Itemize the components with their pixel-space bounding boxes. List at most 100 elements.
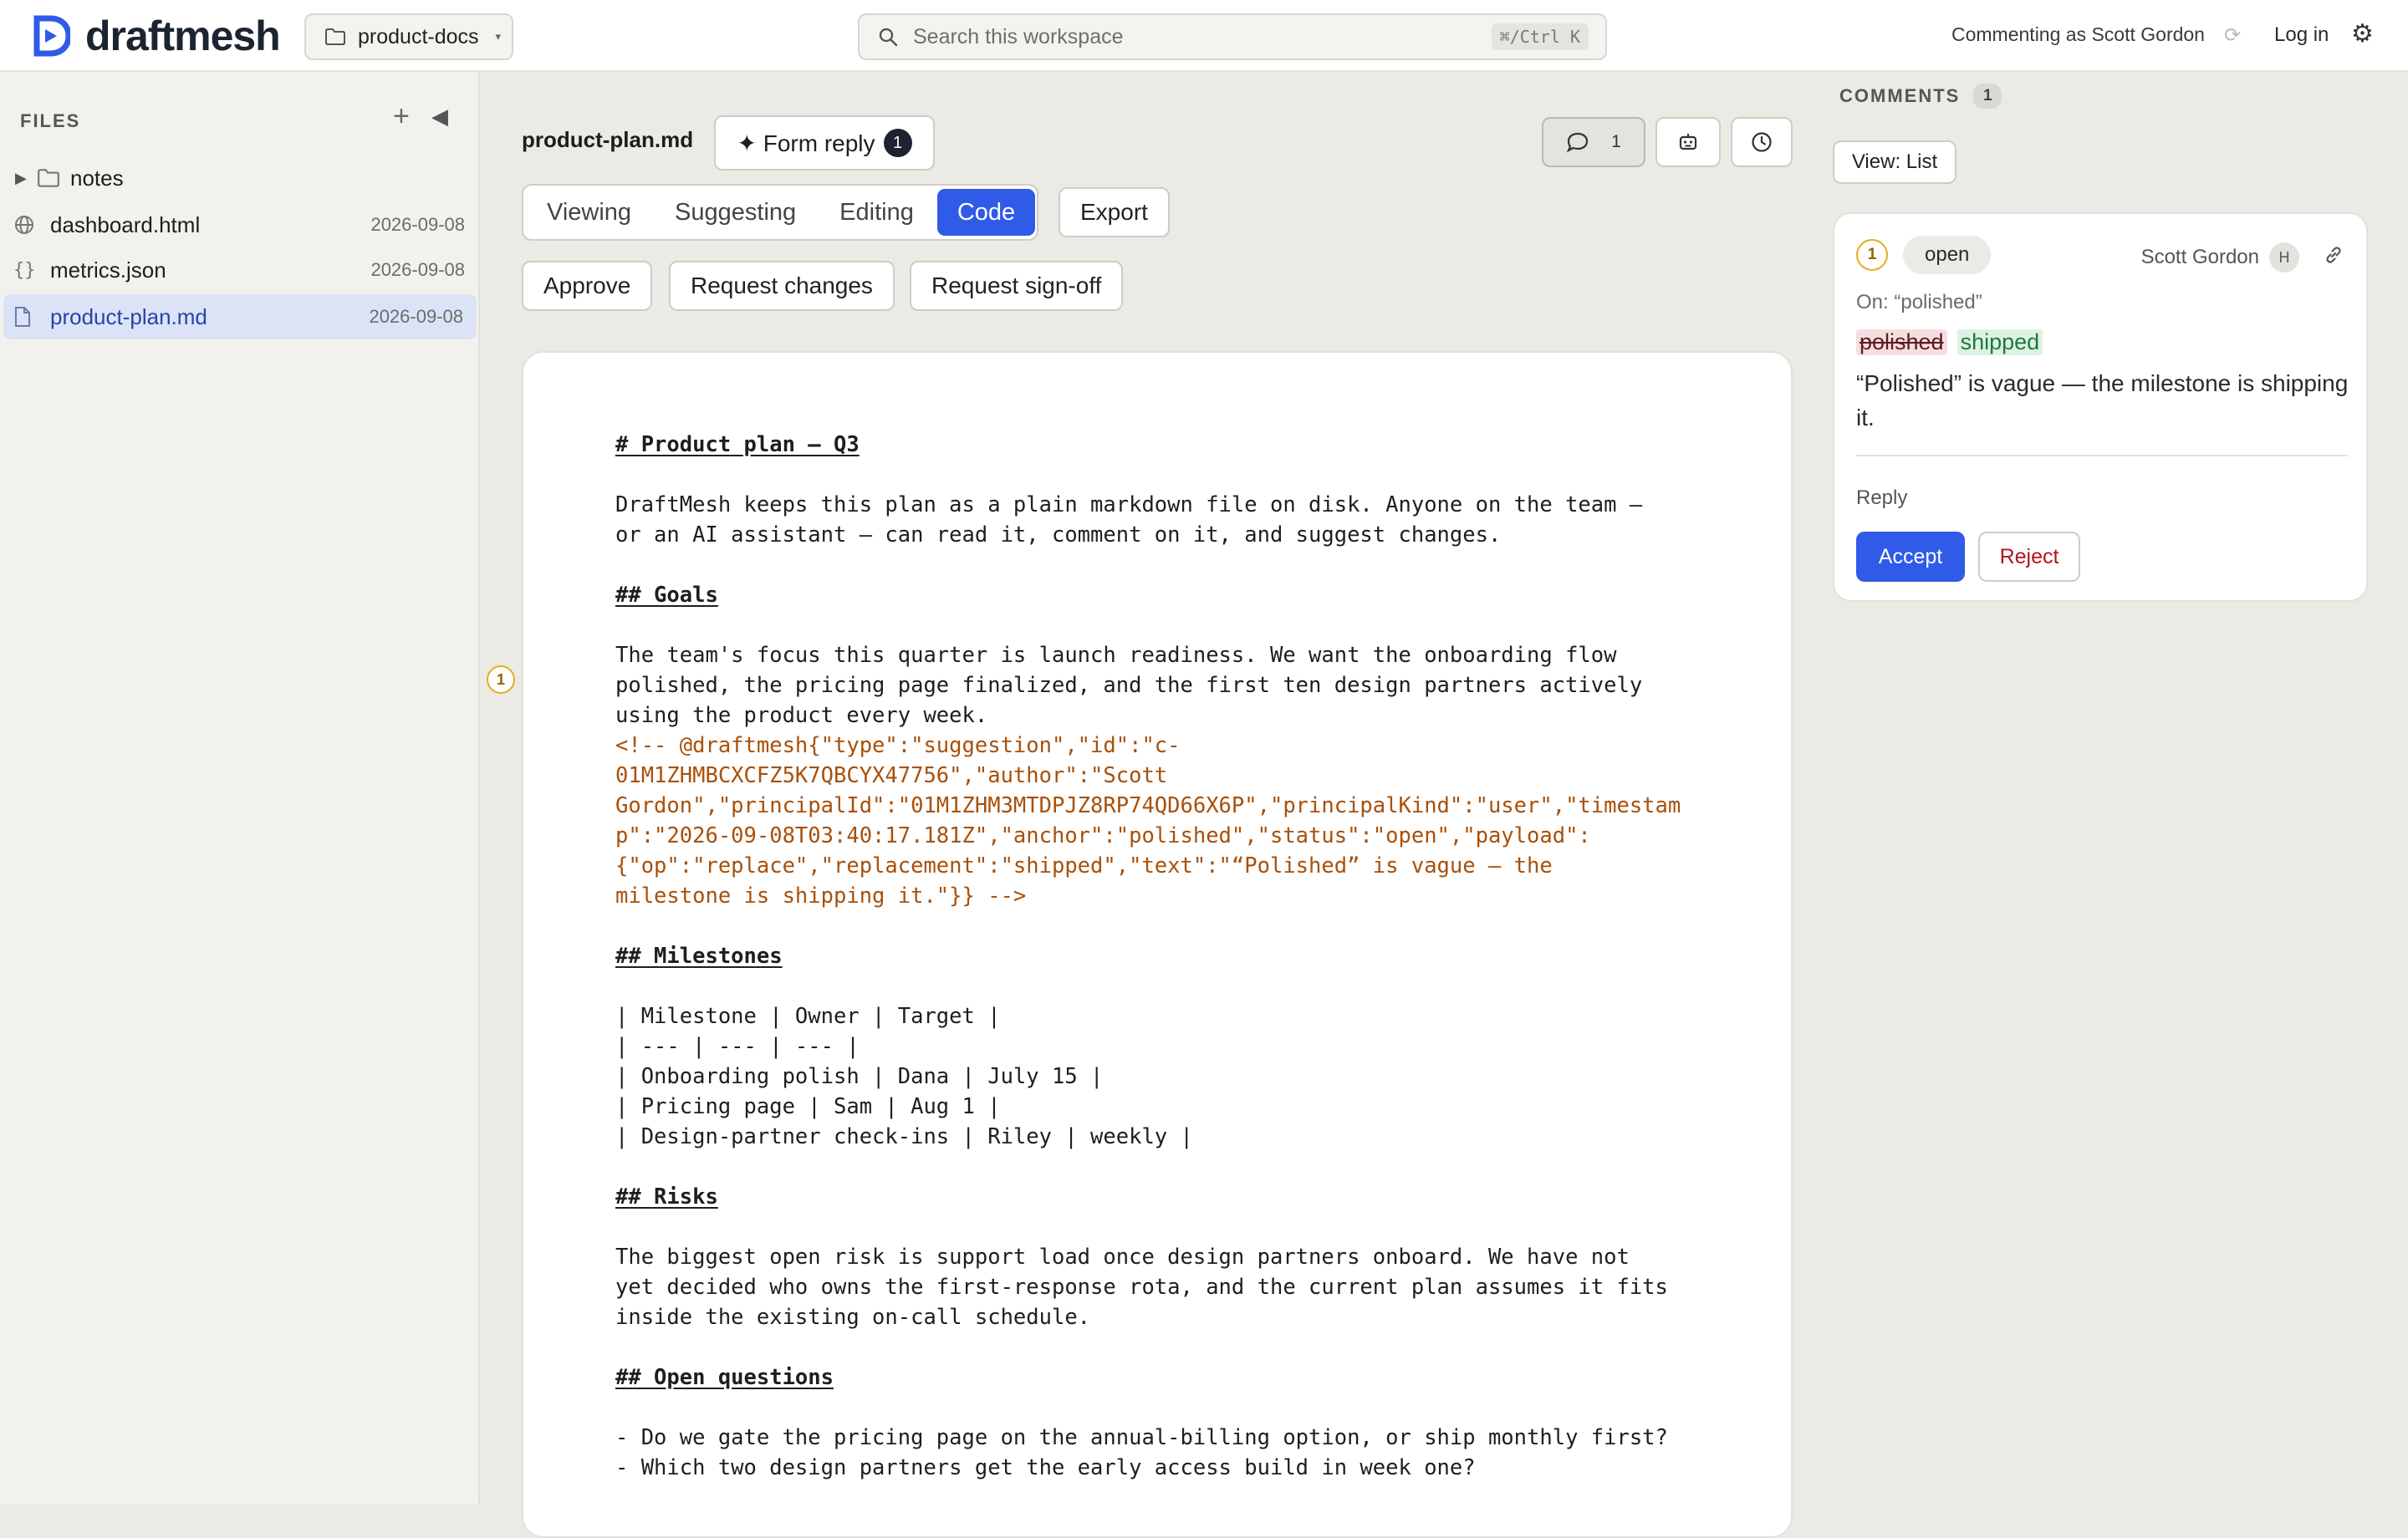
file-sidebar: FILES + ◀ ▶ notes dashboard.html 2026-09… [0,72,480,1505]
add-file-icon[interactable]: + [393,102,410,130]
comments-heading: COMMENTS 1 [1839,84,2002,109]
sidebar-item-label: product-plan.md [50,303,207,329]
search-input[interactable]: Search this workspace ⌘/Ctrl K [858,13,1607,60]
file-icon [15,307,30,327]
deleted-text: polished [1856,329,1947,355]
request-signoff-button[interactable]: Request sign-off [910,261,1124,311]
document-editor[interactable]: # Product plan — Q3 DraftMesh keeps this… [522,351,1793,1538]
heading-line: ## Milestones [615,944,783,969]
sync-status-icon: ⟳ [2224,24,2242,47]
login-link[interactable]: Log in [2274,23,2329,47]
text-line: or an AI assistant — can read it, commen… [615,522,1502,547]
reply-link[interactable]: Reply [1856,486,1907,510]
heading-line: ## Risks [615,1184,718,1210]
comment-number[interactable]: 1 [1856,239,1888,271]
chevron-right-icon: ▶ [15,169,27,186]
approve-button[interactable]: Approve [522,261,653,311]
reject-button[interactable]: Reject [1978,532,2080,582]
sidebar-item-metrics[interactable]: {} metrics.json 2026-09-08 [0,247,478,293]
search-placeholder: Search this workspace [913,24,1124,48]
brand-logo[interactable]: draftmesh [32,13,281,59]
sidebar-item-product-plan[interactable]: product-plan.md 2026-09-08 [3,294,477,339]
form-reply-label: ✦ Form reply [737,130,875,156]
folder-icon [38,169,59,187]
request-changes-button[interactable]: Request changes [669,261,895,311]
workspace-selector[interactable]: product-docs ▾ [304,13,513,60]
draftmesh-logo-icon [33,15,70,57]
table-line: | Design-partner check-ins | Riley | wee… [615,1124,1193,1149]
comment-card: 1 open Scott Gordon H On: “polished” pol… [1833,212,2368,602]
tab-suggesting[interactable]: Suggesting [655,189,816,236]
sidebar-item-dashboard[interactable]: dashboard.html 2026-09-08 [0,202,478,247]
form-reply-button[interactable]: ✦ Form reply 1 [714,115,935,171]
inserted-text: shipped [1956,329,2043,355]
tab-editing[interactable]: Editing [819,189,934,236]
suggestion-comment-line: p":"2026-09-08T03:40:17.181Z","anchor":"… [615,823,1591,848]
code-view: # Product plan — Q3 DraftMesh keeps this… [615,430,1681,1483]
top-bar: draftmesh product-docs ▾ Search this wor… [0,0,2408,72]
workspace-name: product-docs [358,24,479,48]
table-line: | Milestone | Owner | Target | [615,1004,1001,1029]
status-badge: open [1903,236,1992,274]
comments-title: COMMENTS [1839,85,1961,106]
table-line: | --- | --- | --- | [615,1034,860,1059]
text-line: yet decided who owns the first-response … [615,1275,1668,1300]
globe-icon [15,216,33,234]
link-icon[interactable] [2323,244,2344,266]
form-reply-count-badge: 1 [883,129,912,157]
suggestion-diff: polished shipped [1856,329,2043,355]
text-line: The team's focus this quarter is launch … [615,643,1617,668]
json-braces-icon: {} [13,259,36,281]
comments-count: 1 [1611,132,1621,151]
file-date: 2026-09-08 [370,214,465,235]
list-item: - Which two design partners get the earl… [615,1455,1476,1480]
divider [1856,455,2348,456]
suggestion-comment-line: <!-- @draftmesh{"type":"suggestion","id"… [615,733,1181,758]
comment-bubble-icon [1566,132,1589,153]
files-heading: FILES [20,110,81,131]
text-line: polished, the pricing page finalized, an… [615,673,1643,698]
export-button[interactable]: Export [1059,187,1170,237]
suggestion-comment-line: Gordon","principalId":"01M1ZHM3MTDPJZ8RP… [615,793,1681,818]
sidebar-item-label: notes [70,165,124,191]
tab-code[interactable]: Code [936,189,1036,236]
author-name: Scott Gordon [2140,246,2259,268]
comments-count-badge: 1 [1973,84,2002,109]
history-button[interactable] [1731,117,1793,167]
avatar: H [2269,242,2299,272]
file-date: 2026-09-08 [369,306,463,327]
comments-toggle-button[interactable]: 1 [1542,117,1645,167]
ai-assistant-button[interactable] [1656,117,1721,167]
view-mode-dropdown[interactable]: View: List [1833,140,1956,184]
suggestion-comment-line: milestone is shipping it."}} --> [615,884,1027,909]
collapse-sidebar-icon[interactable]: ◀ [431,105,448,127]
comment-author: Scott Gordon H [2141,242,2299,272]
comment-body: “Polished” is vague — the milestone is s… [1856,370,2349,430]
commenting-as-label: Commenting as Scott Gordon [1951,23,2205,45]
view-mode-switch: Viewing Suggesting Editing Code [522,184,1038,241]
suggestion-comment-line: 01M1ZHMBCXCFZ5K7QBCYX47756","author":"Sc… [615,763,1168,788]
accept-button[interactable]: Accept [1856,532,1965,582]
clock-icon [1752,132,1772,152]
document-filename: product-plan.md [522,127,694,152]
table-line: | Onboarding polish | Dana | July 15 | [615,1064,1104,1089]
robot-icon [1679,134,1697,150]
table-line: | Pricing page | Sam | Aug 1 | [615,1094,1001,1119]
sidebar-item-label: dashboard.html [50,211,201,237]
tab-viewing[interactable]: Viewing [527,189,651,236]
sidebar-item-notes[interactable]: ▶ notes [0,155,478,201]
folder-icon [325,28,345,45]
file-date: 2026-09-08 [370,259,465,280]
sidebar-item-label: metrics.json [50,257,166,283]
search-shortcut: ⌘/Ctrl K [1491,23,1589,50]
gear-icon[interactable]: ⚙ [2351,22,2374,47]
list-item: - Do we gate the pricing page on the ann… [615,1425,1668,1450]
search-icon [879,28,898,47]
comment-marker[interactable]: 1 [487,665,515,694]
